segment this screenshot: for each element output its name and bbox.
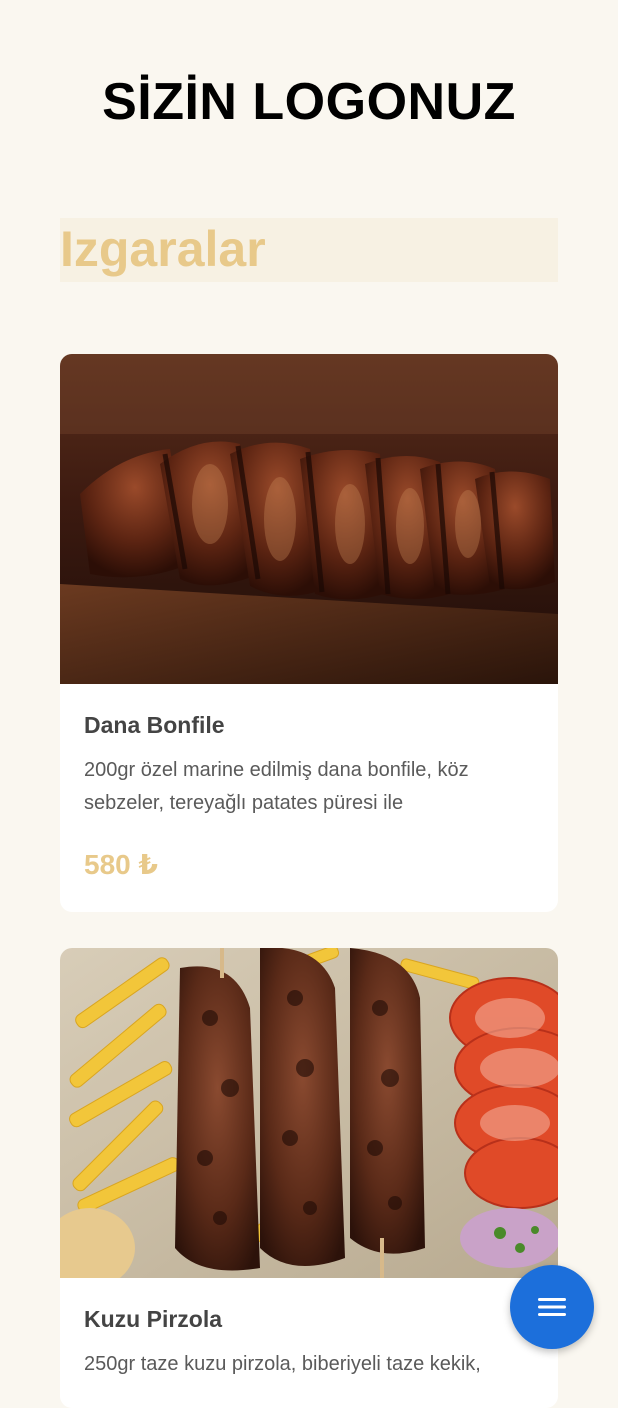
item-description: 250gr taze kuzu pirzola, biberiyeli taze… — [84, 1353, 481, 1375]
item-description: 200gr özel marine edilmiş dana bonfile, … — [84, 759, 469, 814]
item-name: Kuzu Pirzola — [84, 1306, 223, 1332]
section-title: Izgaralar — [60, 221, 266, 277]
menu-icon — [538, 1298, 566, 1316]
steak-photo — [60, 354, 558, 684]
menu-button[interactable] — [510, 1265, 594, 1349]
card-body: Kuzu Pirzola 250gr taze kuzu pirzola, bi… — [60, 1278, 558, 1381]
menu-item-card[interactable]: Kuzu Pirzola 250gr taze kuzu pirzola, bi… — [60, 948, 558, 1408]
item-price: 580 ₺ — [84, 849, 158, 880]
logo: SİZİN LOGONUZ — [102, 73, 516, 131]
kebab-photo — [60, 948, 558, 1278]
item-name: Dana Bonfile — [84, 712, 225, 738]
menu-item-card[interactable]: Dana Bonfile 200gr özel marine edilmiş d… — [60, 354, 558, 912]
card-body: Dana Bonfile 200gr özel marine edilmiş d… — [60, 684, 558, 882]
section-header: Izgaralar — [60, 218, 558, 282]
